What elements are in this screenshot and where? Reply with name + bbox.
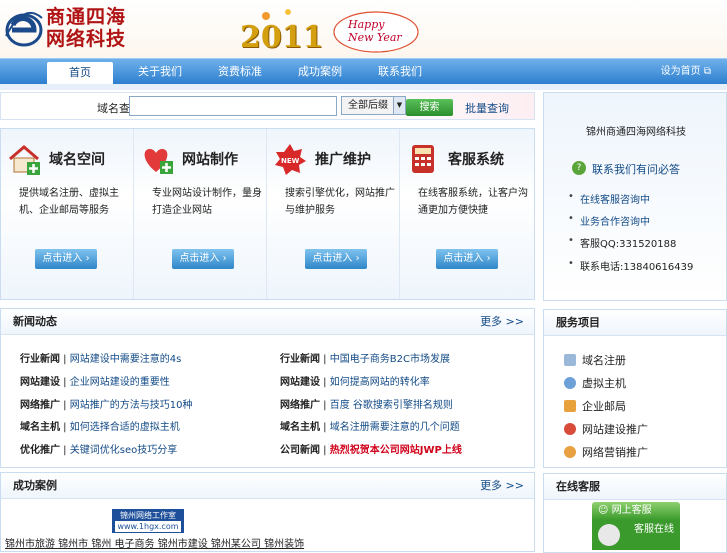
service-desc: 专业网站设计制作，量身打造企业网站 bbox=[152, 188, 262, 216]
logo-e-icon bbox=[5, 12, 43, 47]
cases-header: 成功案例 更多 >> bbox=[1, 473, 534, 499]
nav-home[interactable]: 首页 bbox=[47, 62, 113, 85]
search-button[interactable]: 搜索 bbox=[406, 99, 453, 116]
question-icon: ? bbox=[572, 161, 586, 175]
cases-more-link[interactable]: 更多 >> bbox=[480, 473, 524, 499]
list-item[interactable]: 网站建设 | 企业网站建设的重要性 bbox=[20, 373, 170, 388]
list-item[interactable]: 网络推广 | 百度 谷歌搜索引擎排名规则 bbox=[280, 396, 453, 411]
kefu-header: 在线客服 bbox=[544, 474, 726, 500]
case-logo[interactable]: 锦州网络工作室 www.1hgx.com bbox=[112, 509, 184, 533]
service-domain: 域名空间 提供域名注册、虚拟主机、企业邮局等服务 点击进入 › bbox=[1, 129, 134, 299]
header: 商通四海 网络科技 2011 Happy New Year bbox=[0, 0, 727, 58]
nav-set-home[interactable]: 设为首页 ⧉ bbox=[661, 59, 711, 85]
svg-text:NEW: NEW bbox=[281, 157, 300, 165]
mail-icon bbox=[564, 400, 576, 412]
domain-search: 域名查询： 全部后缀 ▼ 搜索 批量查询 bbox=[0, 92, 535, 120]
list-item[interactable]: 网络推广 | 网站推广的方法与技巧10种 bbox=[20, 396, 192, 411]
contact-item[interactable]: 业务合作咨询中 bbox=[568, 213, 650, 228]
news-more-link[interactable]: 更多 >> bbox=[480, 309, 524, 335]
user-icon bbox=[564, 446, 576, 458]
service-website: 网站制作 专业网站设计制作，量身打造企业网站 点击进入 › bbox=[134, 129, 267, 299]
window-icon: ⧉ bbox=[703, 66, 711, 77]
online-service-banner: ☺ 网上客服 bbox=[592, 502, 680, 520]
kefu-panel: 在线客服 ☺ 网上客服 客服在线 bbox=[543, 473, 727, 553]
list-item[interactable]: 域名主机 | 如何选择合适的虚拟主机 bbox=[20, 418, 180, 433]
service-promotion: NEW 推广维护 搜索引擎优化，网站推广与维护服务 点击进入 › bbox=[267, 129, 400, 299]
services-panel: 域名空间 提供域名注册、虚拟主机、企业邮局等服务 点击进入 › 网站制作 专业网… bbox=[0, 128, 535, 300]
enter-button[interactable]: 点击进入 › bbox=[35, 249, 97, 269]
list-item[interactable]: 优化推广 | 关键词优化seo技巧分享 bbox=[20, 441, 177, 456]
document-icon bbox=[564, 354, 576, 366]
service-title: 网站制作 bbox=[182, 152, 238, 168]
service-title: 推广维护 bbox=[315, 152, 371, 168]
sub-bar bbox=[0, 84, 727, 90]
nav-cases[interactable]: 成功案例 bbox=[287, 59, 353, 85]
service-desc: 在线客服系统，让客户沟通更加方便快捷 bbox=[418, 188, 528, 216]
shield-icon bbox=[564, 423, 576, 435]
new-badge-icon: NEW bbox=[273, 143, 307, 175]
service-desc: 搜索引擎优化，网站推广与维护服务 bbox=[285, 188, 395, 216]
contact-phone: 联系电话:13840616439 bbox=[568, 258, 693, 273]
service-title: 域名空间 bbox=[49, 152, 105, 168]
chevron-down-icon: ▼ bbox=[393, 97, 405, 114]
list-item[interactable]: 行业新闻 | 中国电子商务B2C市场发展 bbox=[280, 350, 450, 365]
new-year-banner: 2011 Happy New Year bbox=[236, 6, 422, 56]
case-links[interactable]: 锦州市旅游 锦州市 锦州 电子商务 锦州市建设 锦州某公司 锦州装饰 bbox=[5, 535, 304, 550]
nav-contact[interactable]: 联系我们 bbox=[367, 59, 433, 85]
globe-icon bbox=[564, 377, 576, 389]
logo-line2: 网络科技 bbox=[46, 28, 127, 50]
news-header: 新闻动态 更多 >> bbox=[1, 309, 534, 335]
logo-line1: 商通四海 bbox=[46, 6, 127, 28]
service-support: 客服系统 在线客服系统，让客户沟通更加方便快捷 点击进入 › bbox=[400, 129, 533, 299]
service-list-header: 服务项目 bbox=[544, 310, 726, 336]
domain-input[interactable] bbox=[129, 96, 337, 116]
cases-panel: 成功案例 更多 >> 锦州网络工作室 www.1hgx.com 锦州市旅游 锦州… bbox=[0, 472, 535, 552]
side-item-domain[interactable]: 域名注册 bbox=[564, 352, 626, 368]
main-nav: 首页 关于我们 资费标准 成功案例 联系我们 设为首页 ⧉ bbox=[0, 58, 727, 85]
banner-greeting: Happy New Year bbox=[348, 18, 402, 44]
suffix-select[interactable]: 全部后缀 ▼ bbox=[341, 96, 406, 115]
contact-panel: 锦州商通四海网络科技 ? 联系我们有问必答 在线客服咨询中 业务合作咨询中 客服… bbox=[543, 92, 727, 301]
contact-heading: 锦州商通四海网络科技 bbox=[586, 127, 686, 138]
house-icon bbox=[7, 143, 41, 175]
contact-qq: 客服QQ:331520188 bbox=[568, 235, 676, 250]
banner-year: 2011 bbox=[240, 20, 324, 55]
contact-question-link[interactable]: 联系我们有问必答 bbox=[592, 161, 680, 177]
batch-search-link[interactable]: 批量查询 bbox=[465, 100, 509, 116]
calculator-icon bbox=[406, 143, 440, 175]
logo-text: 商通四海 网络科技 bbox=[46, 6, 126, 50]
side-item-mail[interactable]: 企业邮局 bbox=[564, 398, 626, 414]
list-item[interactable]: 域名主机 | 域名注册需要注意的几个问题 bbox=[280, 418, 460, 433]
contact-item[interactable]: 在线客服咨询中 bbox=[568, 191, 650, 206]
service-online-button[interactable]: 客服在线 bbox=[592, 520, 680, 550]
enter-button[interactable]: 点击进入 › bbox=[305, 249, 367, 269]
cases-title: 成功案例 bbox=[13, 479, 57, 492]
heart-icon bbox=[140, 143, 174, 175]
list-item[interactable]: 行业新闻 | 网站建设中需要注意的4s bbox=[20, 350, 181, 365]
service-list-panel: 服务项目 域名注册 虚拟主机 企业邮局 网站建设推广 网络营销推广 bbox=[543, 309, 727, 468]
nav-about[interactable]: 关于我们 bbox=[127, 59, 193, 85]
enter-button[interactable]: 点击进入 › bbox=[436, 249, 498, 269]
nav-pricing[interactable]: 资费标准 bbox=[207, 59, 273, 85]
side-item-marketing[interactable]: 网络营销推广 bbox=[564, 444, 648, 460]
list-item[interactable]: 网站建设 | 如何提高网站的转化率 bbox=[280, 373, 430, 388]
list-item[interactable]: 公司新闻 | 热烈祝贺本公司网站JWP上线 bbox=[280, 441, 462, 456]
service-desc: 提供域名注册、虚拟主机、企业邮局等服务 bbox=[19, 188, 119, 216]
service-title: 客服系统 bbox=[448, 152, 504, 168]
avatar bbox=[598, 524, 620, 546]
enter-button[interactable]: 点击进入 › bbox=[172, 249, 234, 269]
news-title: 新闻动态 bbox=[13, 315, 57, 328]
side-item-hosting[interactable]: 虚拟主机 bbox=[564, 375, 626, 391]
side-item-website[interactable]: 网站建设推广 bbox=[564, 421, 648, 437]
smile-icon: ☺ bbox=[598, 505, 609, 516]
